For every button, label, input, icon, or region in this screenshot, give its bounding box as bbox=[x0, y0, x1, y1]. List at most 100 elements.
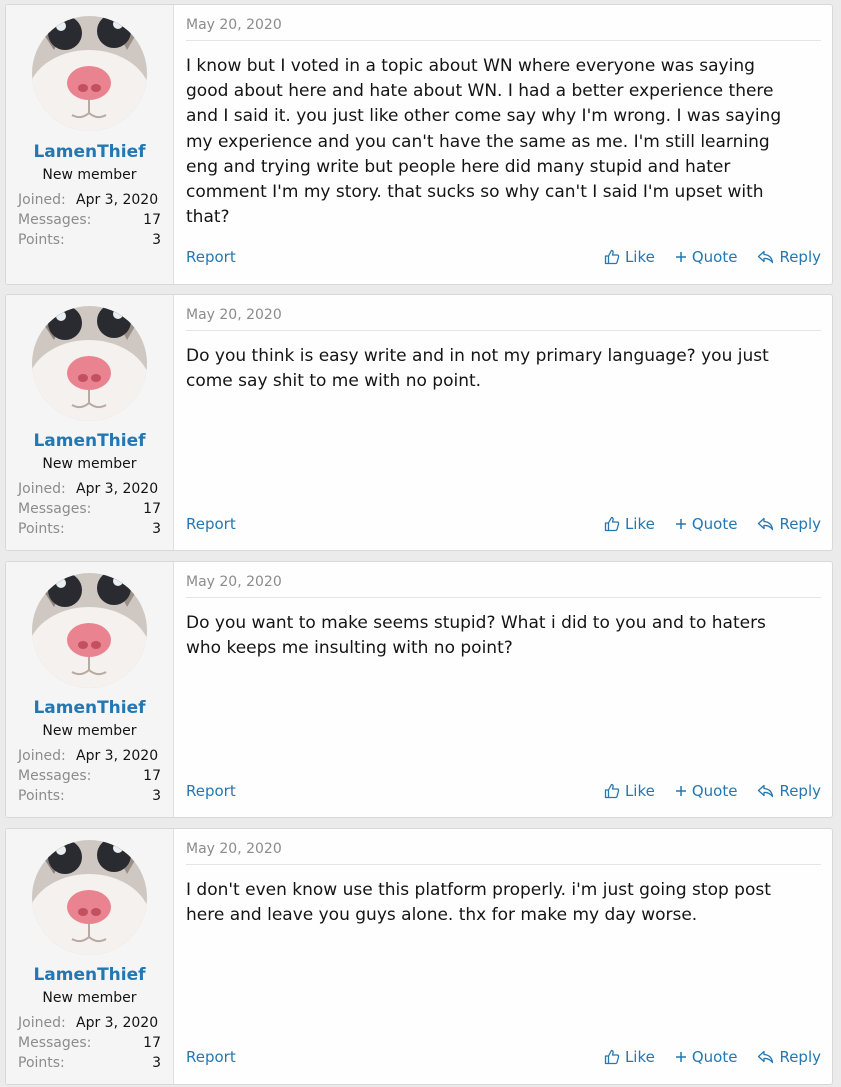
stat-label: Joined: bbox=[18, 748, 66, 764]
like-button[interactable]: Like bbox=[604, 1048, 655, 1066]
stat-messages: Messages: 17 bbox=[18, 501, 161, 521]
stat-label: Points: bbox=[18, 232, 65, 248]
stat-value: 3 bbox=[152, 232, 161, 248]
stat-value: 3 bbox=[152, 521, 161, 537]
like-label: Like bbox=[624, 1048, 655, 1066]
like-label: Like bbox=[624, 515, 655, 533]
message-line: Do you want to make seems stupid? What i… bbox=[186, 613, 766, 633]
message-post: LamenThief New member Joined: Apr 3, 202… bbox=[5, 294, 833, 551]
reply-arrow-icon bbox=[758, 517, 774, 531]
message-main: May 20, 2020 I know but I voted in a top… bbox=[186, 5, 821, 284]
reply-label: Reply bbox=[779, 782, 821, 800]
user-info-panel: LamenThief New member Joined: Apr 3, 202… bbox=[6, 562, 174, 817]
stat-points: Points: 3 bbox=[18, 232, 161, 252]
plus-icon bbox=[675, 252, 686, 262]
username-link[interactable]: LamenThief bbox=[6, 965, 173, 985]
stat-label: Points: bbox=[18, 521, 65, 537]
stat-joined: Joined: Apr 3, 2020 bbox=[18, 1015, 161, 1035]
stat-label: Joined: bbox=[18, 481, 66, 497]
reply-arrow-icon bbox=[758, 784, 774, 798]
reply-label: Reply bbox=[779, 515, 821, 533]
quote-button[interactable]: Quote bbox=[675, 515, 738, 533]
quote-label: Quote bbox=[691, 248, 738, 266]
stat-label: Messages: bbox=[18, 501, 92, 517]
post-date[interactable]: May 20, 2020 bbox=[186, 17, 282, 33]
like-button[interactable]: Like bbox=[604, 248, 655, 266]
reply-button[interactable]: Reply bbox=[757, 248, 821, 266]
avatar[interactable] bbox=[32, 840, 147, 955]
reply-label: Reply bbox=[779, 248, 821, 266]
quote-button[interactable]: Quote bbox=[675, 1048, 737, 1066]
report-link[interactable]: Report bbox=[186, 782, 236, 800]
avatar[interactable] bbox=[32, 306, 147, 421]
reply-button[interactable]: Reply bbox=[757, 1048, 821, 1066]
report-link[interactable]: Report bbox=[186, 248, 236, 266]
stat-value: 17 bbox=[143, 501, 161, 517]
plus-icon bbox=[675, 519, 686, 529]
message-line: good about here and hate about WN. I had… bbox=[186, 81, 774, 102]
plus-icon bbox=[675, 1052, 686, 1062]
stat-value: 17 bbox=[143, 768, 161, 784]
stat-value: Apr 3, 2020 bbox=[76, 481, 159, 497]
stat-value: Apr 3, 2020 bbox=[76, 748, 159, 764]
message-line: eng and trying write but people here did… bbox=[186, 156, 731, 177]
stat-joined: Joined: Apr 3, 2020 bbox=[18, 192, 161, 212]
stat-points: Points: 3 bbox=[18, 521, 161, 541]
stat-label: Messages: bbox=[18, 768, 92, 784]
quote-button[interactable]: Quote bbox=[675, 782, 737, 800]
message-line: here and leave you guys alone. thx for m… bbox=[186, 905, 698, 926]
post-date[interactable]: May 20, 2020 bbox=[186, 841, 282, 857]
message-line: I don't even know use this platform prop… bbox=[186, 880, 771, 900]
stat-messages: Messages: 17 bbox=[18, 212, 161, 232]
user-title: New member bbox=[42, 167, 137, 183]
post-date[interactable]: May 20, 2020 bbox=[186, 307, 282, 323]
post-actions: Like Quote Reply bbox=[604, 782, 821, 800]
stat-value: Apr 3, 2020 bbox=[76, 1015, 159, 1031]
divider bbox=[186, 40, 821, 41]
stat-label: Messages: bbox=[18, 212, 92, 228]
stat-value: 3 bbox=[152, 1055, 161, 1071]
stat-points: Points: 3 bbox=[18, 1055, 161, 1075]
divider bbox=[186, 597, 821, 598]
stat-label: Messages: bbox=[18, 1035, 92, 1051]
user-title: New member bbox=[42, 723, 137, 739]
user-info-panel: LamenThief New member Joined: Apr 3, 202… bbox=[6, 5, 174, 284]
stat-messages: Messages: 17 bbox=[18, 1035, 161, 1055]
report-link[interactable]: Report bbox=[186, 1048, 236, 1066]
post-date[interactable]: May 20, 2020 bbox=[186, 574, 282, 590]
stat-label: Joined: bbox=[18, 192, 66, 208]
reply-label: Reply bbox=[779, 1048, 821, 1066]
message-post: LamenThief New member Joined: Apr 3, 202… bbox=[5, 561, 833, 818]
thumbs-up-icon bbox=[604, 249, 620, 265]
thumbs-up-icon bbox=[604, 516, 620, 532]
reply-button[interactable]: Reply bbox=[757, 782, 821, 800]
like-label: Like bbox=[624, 782, 655, 800]
thumbs-up-icon bbox=[604, 783, 620, 799]
avatar[interactable] bbox=[32, 16, 147, 131]
quote-button[interactable]: Quote bbox=[675, 248, 738, 266]
user-title: New member bbox=[42, 990, 137, 1006]
reply-arrow-icon bbox=[758, 1050, 774, 1064]
stat-label: Points: bbox=[18, 788, 65, 804]
reply-button[interactable]: Reply bbox=[757, 515, 821, 533]
stat-joined: Joined: Apr 3, 2020 bbox=[18, 481, 161, 501]
username-link[interactable]: LamenThief bbox=[6, 698, 173, 718]
divider bbox=[186, 330, 821, 331]
message-main: May 20, 2020 I don't even know use this … bbox=[186, 829, 821, 1084]
stat-value: Apr 3, 2020 bbox=[76, 192, 159, 208]
like-button[interactable]: Like bbox=[604, 515, 655, 533]
message-post: LamenThief New member Joined: Apr 3, 202… bbox=[5, 4, 833, 285]
post-actions: Like Quote Reply bbox=[604, 248, 821, 266]
reply-arrow-icon bbox=[758, 250, 774, 264]
username-link[interactable]: LamenThief bbox=[6, 142, 173, 162]
avatar[interactable] bbox=[32, 573, 147, 688]
report-link[interactable]: Report bbox=[186, 515, 236, 533]
username-link[interactable]: LamenThief bbox=[6, 431, 173, 451]
stat-value: 3 bbox=[152, 788, 161, 804]
quote-label: Quote bbox=[691, 515, 738, 533]
message-line: I know but I voted in a topic about WN w… bbox=[186, 56, 755, 76]
like-button[interactable]: Like bbox=[604, 782, 655, 800]
message-body: I know but I voted in a topic about WN w… bbox=[186, 54, 821, 230]
post-actions: Like Quote Reply bbox=[604, 1048, 821, 1066]
message-body: I don't even know use this platform prop… bbox=[186, 878, 821, 928]
